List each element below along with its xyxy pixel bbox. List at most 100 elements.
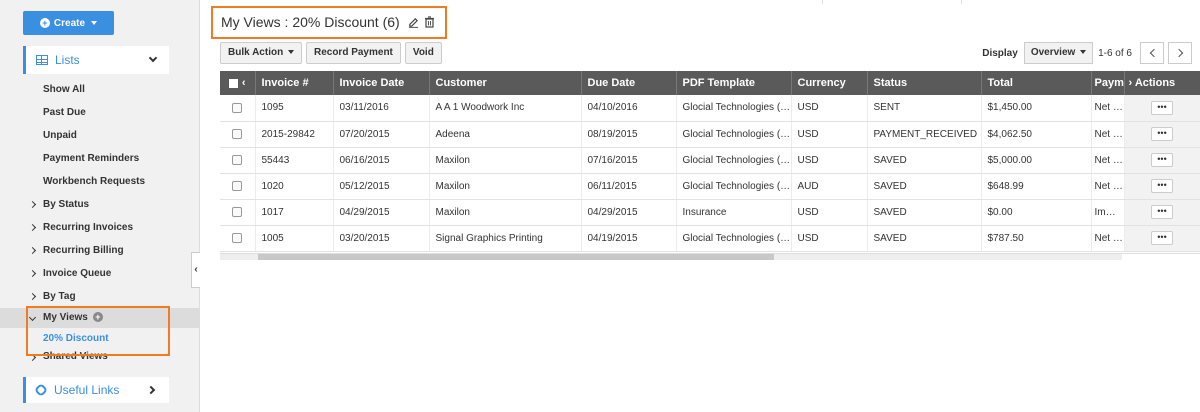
row-select-cell	[220, 173, 256, 200]
row-actions-button[interactable]: •••	[1151, 127, 1173, 141]
col-header-due-date[interactable]: Due Date	[581, 71, 677, 95]
sidebar-item-recurring-invoices[interactable]: Recurring Invoices	[0, 216, 200, 239]
cell-payment-terms: Net 30	[1091, 147, 1125, 174]
sidebar-item-invoice-queue[interactable]: Invoice Queue	[0, 262, 200, 285]
main-content: My Views : 20% Discount (6) Bulk Action …	[200, 0, 1200, 412]
cell-payment-terms: Net 30	[1091, 225, 1125, 252]
record-payment-button[interactable]: Record Payment	[305, 42, 401, 64]
cell-payment-terms: Net 30	[1091, 173, 1125, 200]
edit-pencil-icon[interactable]	[408, 17, 419, 28]
prev-page-button[interactable]	[1140, 42, 1164, 64]
row-checkbox[interactable]	[232, 128, 243, 139]
void-button[interactable]: Void	[404, 42, 442, 64]
lists-panel-header[interactable]: Lists	[23, 46, 169, 74]
create-button[interactable]: + Create	[23, 11, 114, 35]
sidebar-item-past-due[interactable]: Past Due	[0, 101, 200, 124]
col-header-invoice-num[interactable]: Invoice #	[255, 71, 334, 95]
sidebar-item-by-tag[interactable]: By Tag	[0, 285, 200, 308]
cell-customer: Maxilon	[429, 199, 582, 226]
table-row[interactable]: 2015-29842 07/20/2015 Adeena 08/19/2015 Gloc…	[220, 121, 1200, 148]
page-title-row: My Views : 20% Discount (6)	[221, 14, 435, 30]
chevron-right-icon	[28, 200, 37, 209]
top-divider	[822, 0, 962, 4]
cell-total: $648.99	[981, 173, 1092, 200]
cell-invoice-num: 1020	[255, 173, 334, 200]
cell-due-date: 06/11/2015	[581, 173, 677, 200]
cell-currency: AUD	[791, 173, 868, 200]
trash-icon[interactable]	[424, 16, 435, 28]
chevron-down-icon[interactable]	[148, 53, 158, 63]
row-actions-button[interactable]: •••	[1151, 100, 1173, 115]
sidebar-item-payment-reminders[interactable]: Payment Reminders	[0, 147, 200, 170]
chevron-right-icon[interactable]: ›	[1129, 77, 1133, 89]
cell-invoice-date: 06/16/2015	[333, 147, 430, 174]
cell-invoice-date: 05/12/2015	[333, 173, 430, 200]
col-header-payment-terms[interactable]: Paym	[1091, 71, 1125, 95]
row-actions-button[interactable]: •••	[1151, 205, 1173, 219]
cell-customer: Signal Graphics Printing	[429, 225, 582, 252]
row-checkbox[interactable]	[232, 180, 243, 191]
row-actions-button[interactable]: •••	[1151, 231, 1173, 245]
table-row[interactable]: 1017 04/29/2015 Maxilon 04/29/2015 Insurance…	[220, 199, 1200, 226]
bulk-action-label: Bulk Action	[228, 47, 284, 58]
chevron-left-icon[interactable]: ‹	[242, 77, 246, 89]
cell-due-date: 04/10/2016	[581, 95, 677, 122]
cell-status: PAYMENT_RECEIVED	[867, 121, 982, 148]
select-all-checkbox[interactable]	[228, 78, 238, 88]
cell-status: SAVED	[867, 147, 982, 174]
col-header-status[interactable]: Status	[867, 71, 982, 95]
next-page-button[interactable]	[1168, 42, 1192, 64]
table-row[interactable]: 1095 03/11/2016 A A 1 Woodwork Inc 04/10/20…	[220, 95, 1200, 122]
row-actions-button[interactable]: •••	[1151, 153, 1173, 167]
cell-status: SAVED	[867, 225, 982, 252]
cell-payment-terms: Net 30	[1091, 95, 1125, 122]
cell-due-date: 07/16/2015	[581, 147, 677, 174]
row-checkbox[interactable]	[232, 232, 243, 243]
cell-due-date: 08/19/2015	[581, 121, 677, 148]
row-actions-cell: •••	[1124, 199, 1200, 226]
sidebar-item-show-all[interactable]: Show All	[0, 78, 200, 101]
row-checkbox[interactable]	[232, 102, 243, 113]
invoice-table: ‹ Invoice # Invoice Date Customer Due Da…	[220, 71, 1200, 252]
col-header-currency[interactable]: Currency	[791, 71, 868, 95]
cell-currency: USD	[791, 95, 868, 122]
display-select[interactable]: Overview	[1023, 42, 1094, 64]
row-actions-button[interactable]: •••	[1151, 179, 1173, 193]
col-header-total[interactable]: Total	[981, 71, 1092, 95]
scrollbar-thumb[interactable]	[258, 254, 774, 260]
col-header-pdf-template[interactable]: PDF Template	[676, 71, 792, 95]
table-row[interactable]: 1005 03/20/2015 Signal Graphics Printing 04…	[220, 225, 1200, 252]
display-controls: Display Overview 1-6 of 6	[982, 42, 1192, 64]
table-row[interactable]: 55443 06/16/2015 Maxilon 07/16/2015 Glocial …	[220, 147, 1200, 174]
sidebar-item-by-status[interactable]: By Status	[0, 193, 200, 216]
cell-currency: USD	[791, 199, 868, 226]
cell-invoice-num: 1005	[255, 225, 334, 252]
useful-links-panel-header[interactable]: Useful Links	[23, 377, 169, 403]
col-header-customer[interactable]: Customer	[429, 71, 582, 95]
sidebar-item-unpaid[interactable]: Unpaid	[0, 124, 200, 147]
row-checkbox[interactable]	[232, 154, 243, 165]
col-header-invoice-date[interactable]: Invoice Date	[333, 71, 430, 95]
cell-total: $1,450.00	[981, 95, 1092, 122]
horizontal-scrollbar[interactable]	[220, 254, 1122, 260]
chevron-right-icon	[28, 292, 37, 301]
sidebar-item-workbench-requests[interactable]: Workbench Requests	[0, 170, 200, 193]
sidebar-item-label: Recurring Billing	[43, 245, 124, 256]
pagination-count: 1-6 of 6	[1098, 47, 1132, 59]
sidebar: + Create Lists Show All Past Due Unpaid …	[0, 0, 200, 412]
lists-label: Lists	[55, 53, 80, 67]
cell-currency: USD	[791, 147, 868, 174]
sidebar-item-recurring-billing[interactable]: Recurring Billing	[0, 239, 200, 262]
cell-due-date: 04/19/2015	[581, 225, 677, 252]
cell-pdf-template: Glocial Technologies (N...	[676, 95, 792, 122]
cell-pdf-template: Glocial Technologies (N...	[676, 173, 792, 200]
cell-pdf-template: Glocial Technologies (N...	[676, 121, 792, 148]
row-actions-cell: •••	[1124, 173, 1200, 200]
select-all-header[interactable]: ‹	[220, 71, 256, 95]
row-checkbox[interactable]	[232, 206, 243, 217]
sidebar-item-label: Invoice Queue	[43, 268, 112, 279]
table-row[interactable]: 1020 05/12/2015 Maxilon 06/11/2015 Glocial T…	[220, 173, 1200, 200]
row-actions-cell: •••	[1124, 95, 1200, 122]
sidebar-collapse-toggle[interactable]: ‹	[191, 252, 200, 288]
bulk-action-button[interactable]: Bulk Action	[220, 42, 302, 64]
